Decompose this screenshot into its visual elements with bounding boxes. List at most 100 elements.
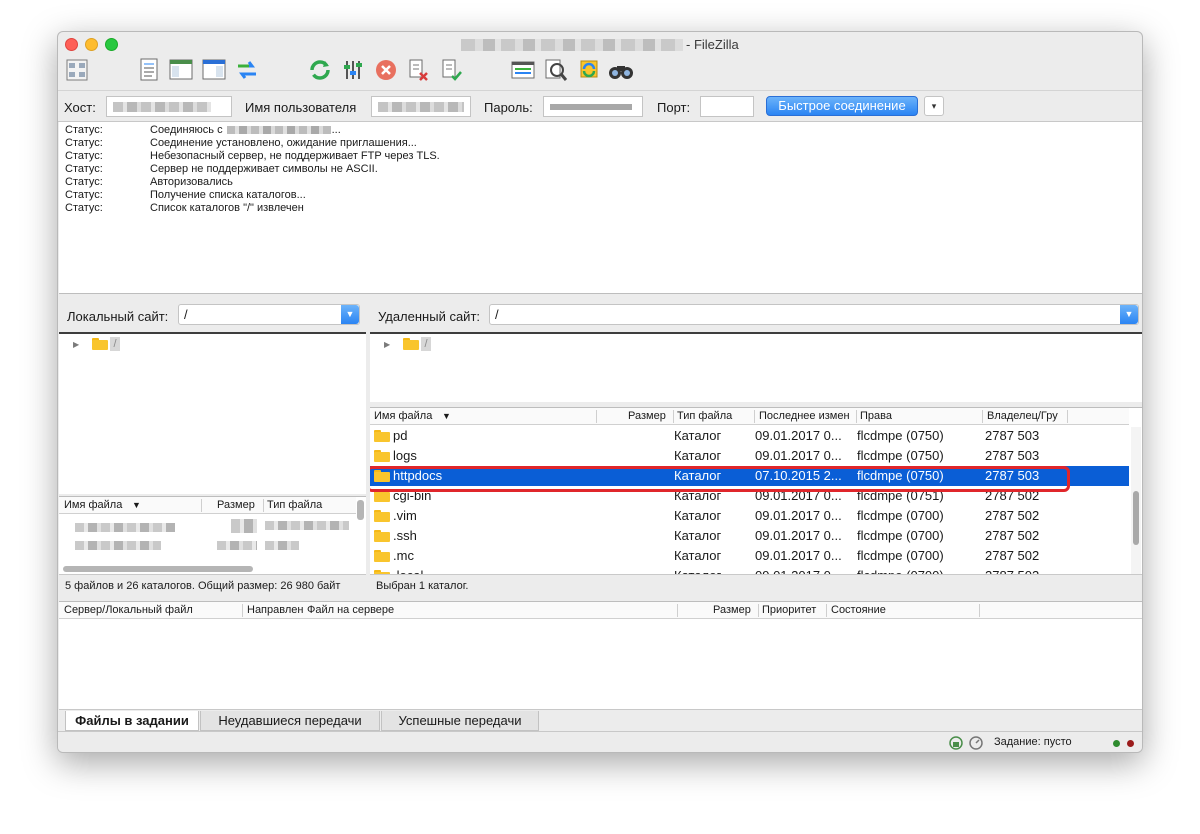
local-tree[interactable]: ▶ / <box>59 332 366 494</box>
tab-failed-transfers[interactable]: Неудавшиеся передачи <box>200 711 380 731</box>
local-file-list[interactable]: Имя файла ▼ Размер Тип файла <box>59 496 366 574</box>
column-owner[interactable]: Владелец/Гру <box>987 408 1067 425</box>
column-name[interactable]: Имя файла <box>374 408 432 425</box>
quickconnect-dropdown-button[interactable]: ▾ <box>924 96 944 116</box>
site-manager-icon[interactable] <box>64 57 90 83</box>
remote-list-header: Имя файла ▼ Размер Тип файла Последнее и… <box>370 408 1129 425</box>
chevron-down-icon[interactable]: ▼ <box>1120 305 1138 324</box>
column-state[interactable]: Состояние <box>831 602 886 619</box>
synchronized-browsing-icon[interactable] <box>576 57 602 83</box>
file-owner: 2787 503 <box>985 448 1040 463</box>
column-server-local[interactable]: Сервер/Локальный файл <box>64 602 193 619</box>
folder-icon <box>374 450 390 462</box>
username-input[interactable] <box>371 96 471 117</box>
column-type[interactable]: Тип файла <box>267 497 322 514</box>
local-file-row-blurred[interactable] <box>75 523 175 532</box>
file-row[interactable]: .ssh Каталог 09.01.2017 0... flcdmpe (07… <box>370 526 1129 546</box>
remote-path-combo[interactable]: / ▼ <box>489 304 1139 325</box>
column-name[interactable]: Имя файла <box>64 497 122 514</box>
port-label: Порт: <box>657 100 691 115</box>
file-permissions: flcdmpe (0700) <box>857 566 944 574</box>
local-horizontal-scrollbar[interactable] <box>63 566 253 572</box>
transfer-queue-icon[interactable] <box>234 57 260 83</box>
username-label: Имя пользователя <box>245 100 357 115</box>
password-input[interactable] <box>543 96 643 117</box>
tree-root-label[interactable]: / <box>421 337 431 351</box>
filezilla-window: - FileZilla Хост: Имя пользователя Парол… <box>57 31 1143 753</box>
chevron-down-icon[interactable]: ▼ <box>341 305 359 324</box>
queue-header: Сервер/Локальный файл Направлен Файл на … <box>59 602 1142 619</box>
remote-panel: Удаленный сайт: / ▼ ▶ / Имя файла ▼ Разм… <box>370 300 1142 596</box>
remote-vertical-scrollbar[interactable] <box>1131 427 1141 574</box>
process-queue-icon[interactable] <box>340 57 366 83</box>
log-status-label: Статус: <box>65 163 103 175</box>
local-path-combo[interactable]: / ▼ <box>178 304 360 325</box>
window-title: - FileZilla <box>686 37 739 52</box>
file-row[interactable]: .mc Каталог 09.01.2017 0... flcdmpe (070… <box>370 546 1129 566</box>
file-type: Каталог <box>674 428 722 443</box>
file-row[interactable]: .vim Каталог 09.01.2017 0... flcdmpe (07… <box>370 506 1129 526</box>
file-modified: 09.01.2017 0... <box>755 566 842 574</box>
local-path-value: / <box>184 307 188 322</box>
local-panel: Локальный сайт: / ▼ ▶ / Имя файла ▼ Разм… <box>59 300 366 596</box>
column-priority[interactable]: Приоритет <box>762 602 816 619</box>
local-site-label: Локальный сайт: <box>67 309 169 324</box>
host-label: Хост: <box>64 100 96 115</box>
zoom-window-button[interactable] <box>105 38 118 51</box>
search-icon[interactable] <box>608 57 634 83</box>
transfer-queue[interactable]: Сервер/Локальный файл Направлен Файл на … <box>59 601 1142 709</box>
remote-file-list[interactable]: Имя файла ▼ Размер Тип файла Последнее и… <box>370 407 1142 574</box>
file-modified: 09.01.2017 0... <box>755 428 842 443</box>
disconnect-icon[interactable] <box>405 57 431 83</box>
file-row[interactable]: .local Каталог 09.01.2017 0... flcdmpe (… <box>370 566 1129 574</box>
column-size[interactable]: Размер <box>217 497 255 514</box>
file-owner: 2787 502 <box>985 566 1039 574</box>
minimize-window-button[interactable] <box>85 38 98 51</box>
file-type: Каталог <box>674 448 722 463</box>
log-message: Авторизовались <box>150 176 233 188</box>
tab-successful-transfers[interactable]: Успешные передачи <box>381 711 539 731</box>
directory-listing-filters-icon[interactable] <box>510 57 536 83</box>
column-direction[interactable]: Направлен <box>247 602 305 619</box>
tab-queued-files[interactable]: Файлы в задании <box>65 711 199 731</box>
column-permissions[interactable]: Права <box>860 408 892 425</box>
port-input[interactable] <box>700 96 754 117</box>
remote-tree[interactable]: ▶ / <box>370 332 1142 402</box>
local-tree-icon[interactable] <box>168 57 194 83</box>
log-status-label: Статус: <box>65 189 103 201</box>
message-log-icon[interactable] <box>136 57 162 83</box>
file-owner: 2787 503 <box>985 428 1040 443</box>
refresh-icon[interactable] <box>307 57 333 83</box>
column-size[interactable]: Размер <box>713 602 751 619</box>
file-row[interactable]: logs Каталог 09.01.2017 0... flcdmpe (07… <box>370 446 1129 466</box>
speed-limit-icon[interactable] <box>969 736 983 752</box>
column-type[interactable]: Тип файла <box>677 408 732 425</box>
log-status-label: Статус: <box>65 150 103 162</box>
log-message: Соединяюсь с ... <box>150 124 341 136</box>
folder-icon <box>374 430 390 442</box>
expand-arrow-icon[interactable]: ▶ <box>384 340 390 349</box>
column-remote-file[interactable]: Файл на сервере <box>307 602 394 619</box>
remote-status: Выбран 1 каталог. <box>370 574 1142 596</box>
status-bar: Задание: пусто <box>58 731 1142 752</box>
local-file-row-blurred[interactable] <box>75 541 161 550</box>
scrollbar-thumb[interactable] <box>1133 491 1139 545</box>
host-input[interactable] <box>106 96 232 117</box>
quickconnect-button[interactable]: Быстрое соединение <box>766 96 918 116</box>
file-owner: 2787 502 <box>985 528 1040 543</box>
reconnect-icon[interactable] <box>438 57 464 83</box>
local-vertical-scrollbar[interactable] <box>357 500 364 520</box>
expand-arrow-icon[interactable]: ▶ <box>73 340 79 349</box>
column-size[interactable]: Размер <box>628 408 666 425</box>
local-file-type-blurred <box>265 521 349 530</box>
close-window-button[interactable] <box>65 38 78 51</box>
tree-root-label[interactable]: / <box>110 337 120 351</box>
file-name: .vim <box>393 508 417 523</box>
directory-comparison-icon[interactable] <box>543 57 569 83</box>
file-modified: 09.01.2017 0... <box>755 508 842 523</box>
column-modified[interactable]: Последнее измен <box>759 408 857 425</box>
message-log[interactable]: Статус: Соединяюсь с ... Статус: Соедине… <box>59 122 1142 294</box>
cancel-icon[interactable] <box>373 57 399 83</box>
remote-tree-icon[interactable] <box>201 57 227 83</box>
file-row[interactable]: pd Каталог 09.01.2017 0... flcdmpe (0750… <box>370 426 1129 446</box>
